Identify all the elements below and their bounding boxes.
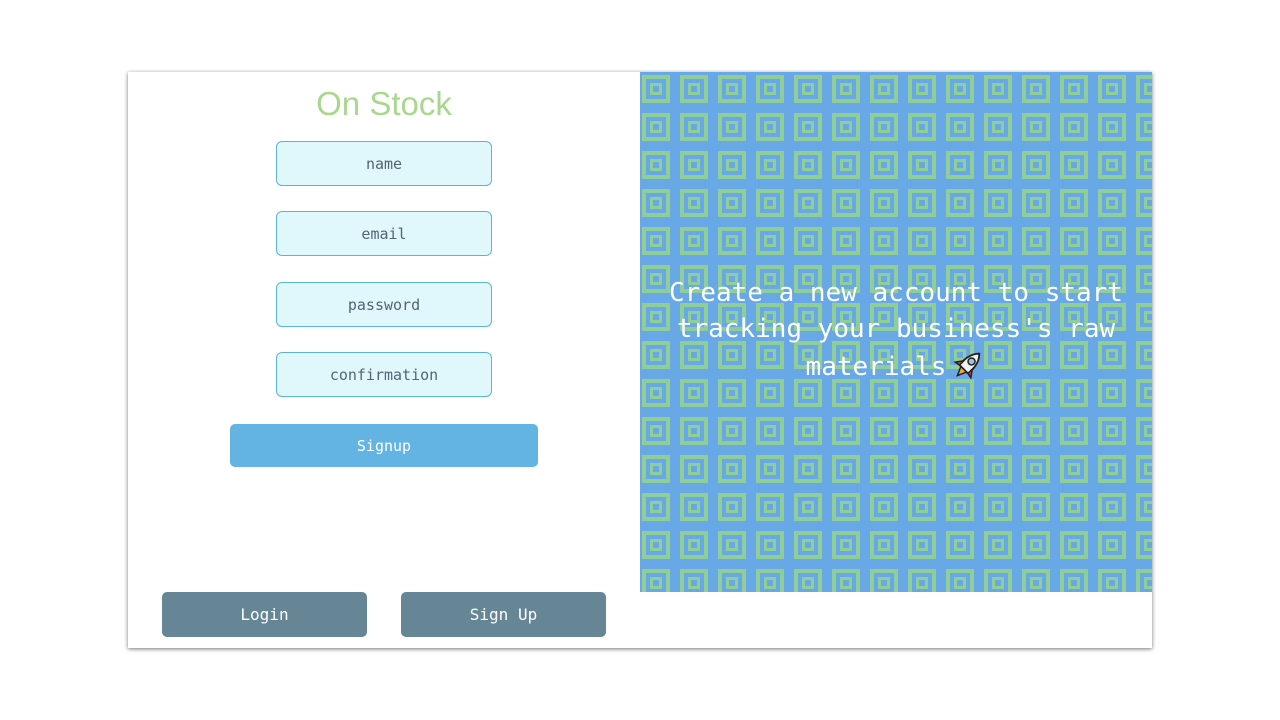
signup-card: On Stock Signup Login Sign Up Create a n… bbox=[128, 72, 1152, 648]
rocket-icon bbox=[953, 352, 981, 380]
brand-title: On Stock bbox=[316, 85, 452, 122]
hero-tagline: Create a new account to start tracking y… bbox=[640, 275, 1152, 385]
signup-submit-button[interactable]: Signup bbox=[230, 424, 538, 467]
login-nav-button[interactable]: Login bbox=[162, 592, 367, 637]
email-input[interactable] bbox=[276, 211, 492, 256]
signup-nav-button[interactable]: Sign Up bbox=[401, 592, 606, 637]
password-input[interactable] bbox=[276, 282, 492, 327]
hero-panel: Create a new account to start tracking y… bbox=[640, 72, 1152, 592]
confirmation-input[interactable] bbox=[276, 352, 492, 397]
hero-tagline-text: Create a new account to start tracking y… bbox=[669, 278, 1123, 382]
signup-panel: On Stock Signup Login Sign Up bbox=[128, 72, 640, 648]
name-input[interactable] bbox=[276, 141, 492, 186]
